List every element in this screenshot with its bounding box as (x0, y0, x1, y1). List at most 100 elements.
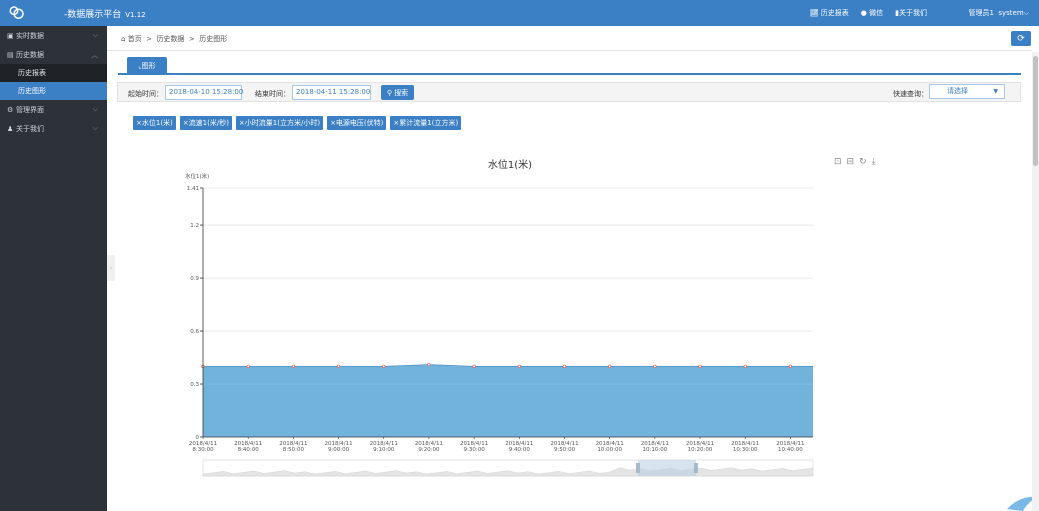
search-button[interactable]: ⚲ 搜索 (381, 85, 414, 100)
refresh-button[interactable]: ⟳ (1011, 31, 1031, 46)
chevron-up-icon: ︿ (91, 51, 98, 59)
y-tick-label: 1.2 (190, 223, 199, 229)
chip-cumulative-flow[interactable]: ×累计流量1(立方米) (390, 116, 462, 130)
chip-water-level[interactable]: ×水位1(米) (133, 116, 176, 130)
breadcrumb-history[interactable]: 历史数据 (156, 35, 184, 43)
sidebar-item-realtime[interactable]: ▣ 实时数据 ⌵ (0, 26, 107, 45)
datazoom-window (638, 460, 696, 476)
data-point (382, 364, 386, 369)
x-tick-label: 9:00:00 (328, 447, 350, 453)
top-nav: 📈︎ 历史报表 ● 微信 ▮关于我们 (810, 8, 927, 18)
app-title-text: -数据展示平台 (64, 10, 122, 20)
quick-query-label: 快速查询： (893, 90, 928, 98)
x-tick-label: 9:40:00 (509, 447, 531, 453)
start-time-input[interactable]: 2018-04-10 15:28:00 (165, 85, 243, 100)
scrollbar-thumb[interactable] (1033, 56, 1038, 166)
x-tick-label: 8:40:00 (238, 447, 260, 453)
chip-flow-speed[interactable]: ×流速1(米/秒) (179, 116, 232, 130)
data-point (743, 364, 747, 369)
chevron-down-icon: ⌵ (92, 31, 98, 39)
gear-icon: ⚙ (7, 105, 14, 114)
water-level-area (203, 364, 813, 437)
chevron-down-icon: ⌵ (92, 124, 98, 132)
sidebar-item-label: 实时数据 (16, 31, 44, 40)
chevron-right-icon: › (109, 264, 113, 272)
x-tick-label: 10:20:00 (688, 447, 713, 453)
y-tick-label: 0.9 (190, 276, 199, 282)
datazoom-handle-left[interactable] (636, 463, 640, 473)
sidebar-subitem-history-report[interactable]: 历史报表 (0, 64, 107, 82)
x-tick-label: 9:10:00 (373, 447, 395, 453)
chart-line-icon: 📈︎ (809, 9, 819, 17)
data-point (427, 362, 431, 367)
y-axis-label: 水位1(米) (185, 172, 209, 180)
app-title: -数据展示平台 V1.12 (64, 7, 146, 20)
sidebar-item-label: 历史数据 (16, 50, 44, 59)
wechat-icon: ● (860, 9, 867, 17)
x-tick-label: 8:50:00 (283, 447, 305, 453)
table-icon: ▤ (7, 50, 14, 59)
breadcrumb-current: 历史图形 (199, 35, 228, 43)
end-time-label: 结束时间： (255, 90, 290, 98)
nav-history-report[interactable]: 📈︎ 历史报表 (810, 8, 849, 18)
x-tick-label: 9:50:00 (554, 447, 576, 453)
breadcrumb-separator: > (146, 35, 153, 43)
restore-icon[interactable]: ↻ (859, 157, 867, 167)
sidebar-item-label: 关于我们 (16, 124, 44, 133)
x-tick-label: 9:30:00 (464, 447, 486, 453)
top-bar: -数据展示平台 V1.12 📈︎ 历史报表 ● 微信 ▮关于我们 管理员1 sys… (0, 0, 1039, 26)
tab-underline (118, 73, 1021, 75)
tab-chart[interactable]: ⌞ 图形 (127, 57, 167, 74)
x-tick-label: 9:20:00 (418, 447, 440, 453)
nav-wechat[interactable]: ● 微信 (861, 8, 883, 18)
zoom-icon[interactable]: ⊡ (834, 157, 842, 167)
sidebar-collapse-handle[interactable]: › (107, 255, 115, 281)
home-icon: ⌂ (121, 35, 126, 43)
chart-toolbox: ⊡ ⊟ ↻ ⤓ (834, 157, 876, 167)
sidebar-item-history[interactable]: ▤ 历史数据 ︿ (0, 45, 107, 64)
data-point (562, 364, 567, 369)
sidebar-item-label: 管理界面 (16, 105, 44, 114)
sidebar-item-admin[interactable]: ⚙ 管理界面 ⌵ (0, 100, 107, 119)
y-tick-label: 0.3 (190, 382, 199, 388)
chip-voltage[interactable]: ×电源电压(伏特) (327, 116, 387, 130)
data-point (517, 364, 521, 369)
user-icon: ♟ (7, 124, 14, 133)
app-version: V1.12 (125, 11, 146, 19)
chevron-down-icon: ⌵ (92, 105, 98, 113)
data-point (608, 364, 612, 369)
end-time-input[interactable]: 2018-04-11 15:28:00 (292, 85, 371, 100)
breadcrumb-bar: ⌂ 首页 > 历史数据 > 历史图形 ⟳ (107, 26, 1032, 51)
sidebar-item-about[interactable]: ♟ 关于我们 ⌵ (0, 119, 107, 138)
water-level-chart: 水位1(米)00.30.60.91.21.412018/4/118:30:002… (185, 172, 814, 477)
chip-hourly-flow[interactable]: ×小时流量1(立方米/小时) (235, 116, 324, 130)
breadcrumb-home[interactable]: 首页 (128, 35, 142, 43)
refresh-icon: ⟳ (1017, 33, 1025, 44)
sidebar: ▣ 实时数据 ⌵ ▤ 历史数据 ︿ 历史报表 历史图形 ⚙ 管理界面 ⌵ ♟ 关于我们 ⌵ (0, 26, 107, 511)
x-tick-label: 10:00:00 (597, 447, 622, 453)
y-tick-label: 0.6 (190, 329, 199, 335)
x-tick-label: 8:30:00 (192, 447, 214, 453)
data-point (336, 364, 341, 369)
page-scrollbar[interactable] (1032, 52, 1039, 511)
datazoom-handle-right[interactable] (694, 463, 698, 473)
data-point (246, 364, 250, 369)
x-tick-label: 10:10:00 (643, 447, 668, 453)
data-point (788, 364, 793, 369)
data-point (472, 364, 476, 369)
start-time-label: 起始时间： (128, 90, 163, 98)
quick-query-select[interactable]: 请选择 ▼ (929, 84, 1005, 99)
user-menu[interactable]: 管理员1 system⌵ (968, 8, 1029, 18)
metric-chips: ×水位1(米) ×流速1(米/秒) ×小时流量1(立方米/小时) ×电源电压(伏… (133, 116, 462, 130)
sidebar-subitem-history-chart[interactable]: 历史图形 (0, 82, 107, 100)
breadcrumb: ⌂ 首页 > 历史数据 > 历史图形 (121, 34, 227, 44)
app-logo[interactable] (8, 4, 26, 22)
breadcrumb-separator: > (188, 35, 195, 43)
data-point (291, 364, 296, 369)
caret-down-icon: ▼ (993, 88, 998, 95)
download-icon[interactable]: ⤓ (872, 157, 876, 167)
nav-about[interactable]: ▮关于我们 (895, 8, 927, 18)
x-tick-label: 10:40:00 (778, 447, 803, 453)
user-name: 管理员1 (968, 9, 994, 17)
zoom-reset-icon[interactable]: ⊟ (847, 157, 855, 167)
